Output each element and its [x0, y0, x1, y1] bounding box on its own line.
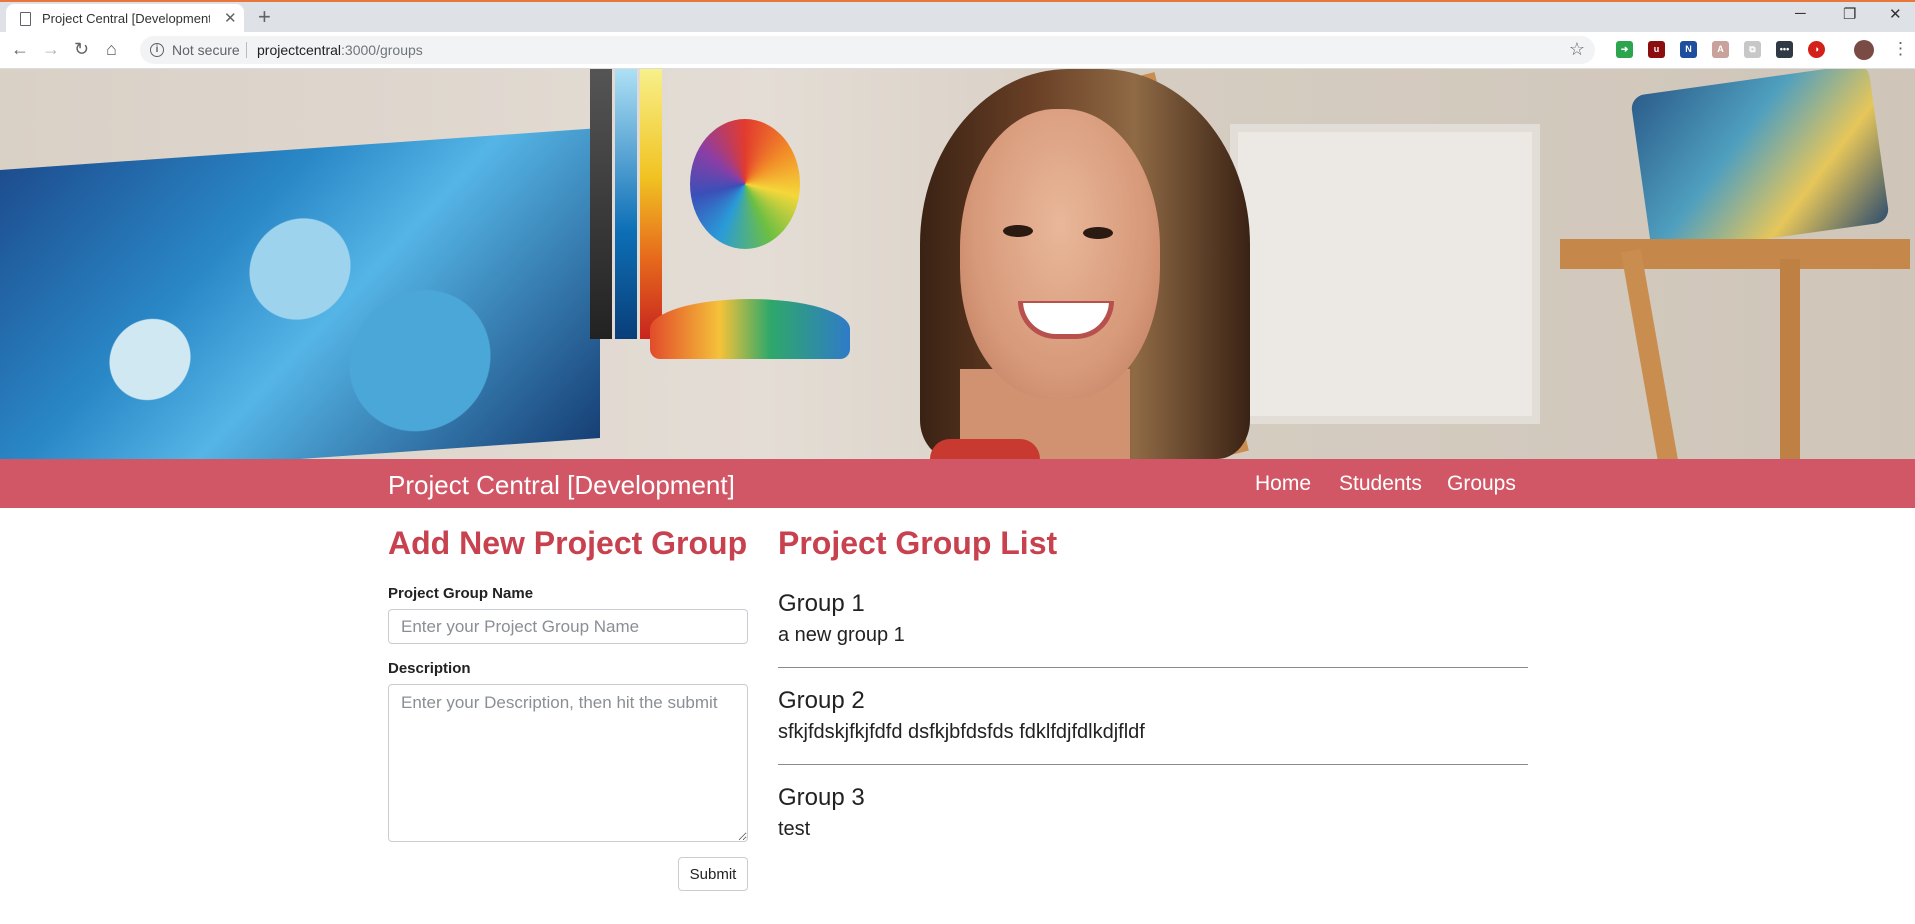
group-name-label: Project Group Name	[388, 585, 534, 602]
bookmark-star-icon[interactable]: ☆	[1569, 39, 1585, 60]
browser-tab[interactable]: Project Central [Development] | P ✕	[6, 4, 244, 34]
nav-students-link[interactable]: Students	[1339, 472, 1422, 496]
browser-toolbar: ← → ↻ ⌂ i Not secure projectcentral:3000…	[0, 32, 1915, 69]
group-divider	[778, 764, 1528, 765]
ublock-icon[interactable]: u	[1648, 41, 1665, 58]
group-name: Group 2	[778, 687, 865, 714]
hero-paint-bowls	[650, 299, 850, 359]
url-host: projectcentral	[257, 42, 342, 58]
url-path: :3000/groups	[341, 42, 423, 58]
hero-easel	[1780, 259, 1800, 459]
group-description: test	[778, 818, 811, 840]
new-tab-button[interactable]: +	[258, 5, 271, 29]
group-list-title: Project Group List	[778, 525, 1058, 561]
hero-swatch	[640, 69, 662, 339]
description-label: Description	[388, 660, 471, 677]
news-extension-icon[interactable]: N	[1680, 41, 1697, 58]
group-divider	[778, 667, 1528, 668]
hero-person-shirt	[930, 439, 1040, 459]
add-group-title: Add New Project Group	[388, 525, 748, 561]
group-name: Group 3	[778, 784, 865, 811]
hero-blue-painting	[0, 128, 600, 459]
address-bar[interactable]: i Not secure projectcentral:3000/groups …	[140, 36, 1595, 64]
hero-swatch	[615, 69, 637, 339]
group-name: Group 1	[778, 590, 865, 617]
hero-swatch	[590, 69, 612, 339]
forward-icon[interactable]: →	[42, 39, 60, 59]
description-textarea[interactable]	[388, 684, 748, 842]
site-navbar: Project Central [Development] Home Stude…	[0, 459, 1915, 508]
extension-arrow-icon[interactable]: ➜	[1616, 41, 1633, 58]
url-text[interactable]: projectcentral:3000/groups	[257, 42, 423, 58]
group-description: a new group 1	[778, 624, 905, 646]
window-close-icon[interactable]: ✕	[1889, 5, 1902, 23]
nav-home-link[interactable]: Home	[1255, 472, 1311, 496]
dots-extension-icon[interactable]: •••	[1776, 41, 1793, 58]
home-icon[interactable]: ⌂	[106, 39, 117, 59]
browser-menu-icon[interactable]: ⋮	[1892, 39, 1909, 59]
submit-button[interactable]: Submit	[678, 857, 748, 891]
security-label: Not secure	[172, 42, 240, 58]
browser-titlebar: Project Central [Development] | P ✕ + ─ …	[0, 0, 1915, 34]
copy-extension-icon[interactable]: ⧉	[1744, 41, 1761, 58]
red-extension-icon[interactable]: ◑	[1808, 41, 1825, 58]
site-brand[interactable]: Project Central [Development]	[388, 470, 735, 501]
restore-icon[interactable]: ❐	[1843, 5, 1856, 23]
address-divider	[246, 42, 247, 58]
hero-color-wheel	[690, 119, 800, 249]
reload-icon[interactable]: ↻	[74, 39, 89, 59]
group-description: sfkjfdskjfkjfdfd dsfkjbfdsfds fdklfdjfdl…	[778, 721, 1145, 743]
hero-person-eye	[1083, 227, 1113, 239]
back-icon[interactable]: ←	[11, 39, 29, 59]
hero-person-face	[960, 109, 1160, 399]
info-icon[interactable]: i	[150, 43, 164, 57]
tab-title: Project Central [Development] | P	[42, 11, 210, 26]
hero-blank-canvas	[1230, 124, 1540, 424]
pdf-extension-icon[interactable]: A	[1712, 41, 1729, 58]
minimize-icon[interactable]: ─	[1795, 5, 1806, 22]
hero-easel	[1560, 239, 1910, 269]
hero-banner	[0, 69, 1915, 459]
profile-avatar[interactable]	[1854, 40, 1874, 60]
page-icon	[20, 12, 31, 26]
hero-person-eye	[1003, 225, 1033, 237]
close-icon[interactable]: ✕	[224, 9, 237, 27]
nav-groups-link[interactable]: Groups	[1447, 472, 1516, 496]
group-name-input[interactable]	[388, 609, 748, 644]
